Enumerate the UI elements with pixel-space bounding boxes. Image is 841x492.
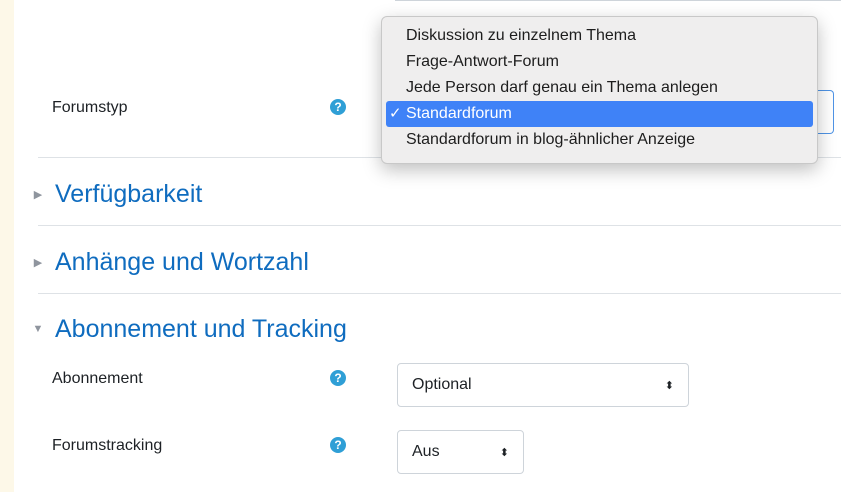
caret-right-icon: ▶ xyxy=(33,188,43,201)
tracking-value: Aus xyxy=(412,443,440,460)
top-field-edge xyxy=(395,0,841,1)
question-circle-icon[interactable]: ? xyxy=(330,437,346,453)
section-attachments[interactable]: ▶ Anhänge und Wortzahl xyxy=(30,246,309,278)
section-title[interactable]: Anhänge und Wortzahl xyxy=(55,248,309,277)
question-circle-icon[interactable]: ? xyxy=(330,99,346,115)
caret-right-icon: ▶ xyxy=(33,256,43,269)
section-divider xyxy=(38,293,841,294)
section-title[interactable]: Abonnement und Tracking xyxy=(55,315,347,344)
subscription-value: Optional xyxy=(412,376,472,393)
option-each-person-one-topic[interactable]: Jede Person darf genau ein Thema anlegen xyxy=(382,75,817,101)
subscription-label: Abonnement xyxy=(52,370,143,387)
section-availability[interactable]: ▶ Verfügbarkeit xyxy=(30,178,203,210)
section-subscription[interactable]: ▼ Abonnement und Tracking xyxy=(30,313,347,345)
checkmark-icon: ✓ xyxy=(389,105,402,122)
option-qa-forum[interactable]: Frage-Antwort-Forum xyxy=(382,49,817,75)
select-arrows-icon: ⬍ xyxy=(664,379,674,392)
tracking-select[interactable]: Aus ⬍ xyxy=(397,430,524,474)
subscription-select[interactable]: Optional ⬍ xyxy=(397,363,689,407)
section-title[interactable]: Verfügbarkeit xyxy=(55,180,202,209)
question-circle-icon[interactable]: ? xyxy=(330,370,346,386)
option-standard-forum[interactable]: ✓ Standardforum xyxy=(386,101,813,127)
forum-type-label: Forumstyp xyxy=(52,99,128,116)
option-standard-blog[interactable]: Standardforum in blog-ähnlicher Anzeige xyxy=(382,127,817,153)
tracking-label: Forumstracking xyxy=(52,437,163,454)
forum-type-dropdown: Diskussion zu einzelnem Thema Frage-Antw… xyxy=(381,16,818,164)
select-arrows-icon: ⬍ xyxy=(499,446,509,459)
section-divider xyxy=(38,225,841,226)
option-single-discussion[interactable]: Diskussion zu einzelnem Thema xyxy=(382,23,817,49)
caret-down-icon: ▼ xyxy=(32,323,44,335)
